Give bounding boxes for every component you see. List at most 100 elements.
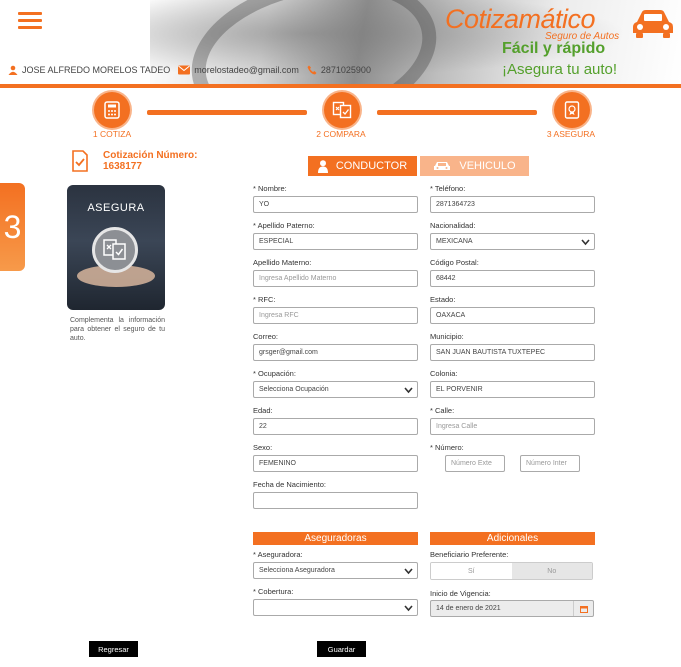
edad-input[interactable]: 22	[253, 418, 418, 435]
colonia-input[interactable]: EL PORVENIR	[430, 381, 595, 398]
user-info-bar: JOSE ALFREDO MORELOS TADEO morelostadeo@…	[8, 65, 371, 75]
user-email: morelostadeo@gmail.com	[194, 65, 299, 75]
car-icon	[434, 161, 451, 170]
edad-label: Edad:	[253, 406, 273, 415]
rfc-label: * RFC:	[253, 295, 276, 304]
certificate-icon	[564, 101, 580, 119]
correo-input[interactable]: grsger@gmail.com	[253, 344, 418, 361]
numero-label: * Número:	[430, 443, 464, 452]
ocupacion-label: * Ocupación:	[253, 369, 296, 378]
slogan-primary: Fácil y rápido	[502, 40, 606, 57]
header-divider	[0, 84, 681, 88]
slogan-secondary: ¡Asegura tu auto!	[502, 61, 618, 78]
codigo-postal-label: Código Postal:	[430, 258, 479, 267]
compare-documents-icon	[103, 239, 126, 260]
vigencia-value: 14 de enero de 2021	[436, 605, 501, 612]
calle-input[interactable]: Ingresa Calle	[430, 418, 595, 435]
step-2-compara[interactable]	[324, 92, 360, 128]
aseguradoras-heading: Aseguradoras	[253, 532, 418, 545]
rfc-input[interactable]: Ingresa RFC	[253, 307, 418, 324]
calendar-icon[interactable]	[573, 601, 593, 616]
telefono-input[interactable]: 2871364723	[430, 196, 595, 213]
brand-logo: Cotizamático Seguro de Autos	[445, 4, 675, 44]
tab-conductor[interactable]: CONDUCTOR	[308, 156, 417, 176]
cobertura-label: * Cobertura:	[253, 587, 294, 596]
guardar-button[interactable]: Guardar	[317, 641, 366, 657]
aseguradora-label: * Aseguradora:	[253, 550, 303, 559]
aseguradora-select[interactable]: Selecciona Aseguradora	[253, 562, 418, 579]
tab-conductor-label: CONDUCTOR	[335, 160, 408, 172]
nacionalidad-select[interactable]: MEXICANA	[430, 233, 595, 250]
step-1-cotiza[interactable]	[94, 92, 130, 128]
colonia-label: Colonia:	[430, 369, 458, 378]
quote-number-block: Cotización Número: 1638177	[103, 150, 197, 172]
codigo-postal-input[interactable]: 68442	[430, 270, 595, 287]
beneficiario-toggle: Sí No	[430, 562, 593, 580]
card-title: ASEGURA	[87, 202, 145, 214]
cobertura-select[interactable]	[253, 599, 418, 616]
step-1-label: 1 COTIZA	[92, 129, 132, 139]
calculator-icon	[104, 101, 120, 119]
email-icon	[178, 65, 191, 75]
chevron-down-icon	[404, 568, 413, 575]
tab-vehiculo-label: VEHICULO	[459, 160, 516, 172]
estado-input[interactable]: OAXACA	[430, 307, 595, 324]
car-icon	[633, 10, 673, 38]
apellido-paterno-label: * Apellido Paterno:	[253, 221, 315, 230]
user-icon	[317, 159, 328, 173]
beneficiario-si-option[interactable]: Sí	[431, 563, 512, 579]
vigencia-label: Inicio de Vigencia:	[430, 589, 491, 598]
document-check-icon	[72, 150, 88, 172]
tab-vehiculo[interactable]: VEHICULO	[420, 156, 529, 176]
compare-documents-icon	[332, 101, 352, 119]
quote-number: 1638177	[103, 161, 142, 172]
adicionales-heading: Adicionales	[430, 532, 595, 545]
ocupacion-select[interactable]: Selecciona Ocupación	[253, 381, 418, 398]
quote-number-label: Cotización Número:	[103, 150, 198, 161]
nacionalidad-value: MEXICANA	[436, 238, 473, 245]
estado-label: Estado:	[430, 295, 456, 304]
municipio-input[interactable]: SAN JUAN BAUTISTA TUXTEPEC	[430, 344, 595, 361]
step-connector	[377, 110, 537, 115]
chevron-down-icon	[404, 605, 413, 612]
apellido-materno-label: Apellido Materno:	[253, 258, 312, 267]
telefono-label: * Teléfono:	[430, 184, 466, 193]
numero-exterior-input[interactable]: Número Exte	[445, 455, 505, 472]
sexo-input[interactable]: FEMENINO	[253, 455, 418, 472]
user-name: JOSE ALFREDO MORELOS TADEO	[22, 65, 171, 75]
beneficiario-label: Beneficiario Preferente:	[430, 550, 509, 559]
beneficiario-no-option[interactable]: No	[511, 563, 592, 579]
chevron-down-icon	[581, 239, 590, 246]
correo-label: Correo:	[253, 332, 279, 341]
nacionalidad-label: Nacionalidad:	[430, 221, 476, 230]
user-icon	[8, 65, 18, 75]
current-step-indicator: 3	[0, 183, 25, 271]
step-connector	[147, 110, 307, 115]
progress-steps: 1 COTIZA 2 COMPARA 3 ASEGURA	[0, 92, 681, 142]
numero-interior-input[interactable]: Número Inter	[520, 455, 580, 472]
nombre-label: * Nombre:	[253, 184, 287, 193]
apellido-materno-input[interactable]: Ingresa Apellido Materno	[253, 270, 418, 287]
municipio-label: Municipio:	[430, 332, 464, 341]
header: Cotizamático Seguro de Autos Fácil y ráp…	[0, 0, 681, 88]
apellido-paterno-input[interactable]: ESPECIAL	[253, 233, 418, 250]
fecha-nacimiento-label: Fecha de Nacimiento:	[253, 480, 326, 489]
step-3-asegura[interactable]	[554, 92, 590, 128]
regresar-button[interactable]: Regresar	[89, 641, 138, 657]
sexo-label: Sexo:	[253, 443, 273, 452]
ocupacion-placeholder: Selecciona Ocupación	[259, 386, 329, 393]
asegura-card-image: ASEGURA	[67, 185, 165, 310]
step-3-label: 3 ASEGURA	[546, 129, 596, 139]
aseguradora-placeholder: Selecciona Aseguradora	[259, 567, 335, 574]
vigencia-date-input[interactable]: 14 de enero de 2021	[430, 600, 594, 617]
policy-circle-icon	[92, 227, 138, 273]
user-phone: 2871025900	[320, 65, 371, 75]
phone-icon	[307, 65, 317, 75]
hamburger-menu-icon[interactable]	[18, 12, 42, 30]
chevron-down-icon	[404, 387, 413, 394]
card-description: Complementa la información para obtener …	[70, 317, 165, 342]
fecha-nacimiento-input[interactable]	[253, 492, 418, 509]
step-2-label: 2 COMPARA	[316, 129, 366, 139]
nombre-input[interactable]: YO	[253, 196, 418, 213]
calle-label: * Calle:	[430, 406, 455, 415]
